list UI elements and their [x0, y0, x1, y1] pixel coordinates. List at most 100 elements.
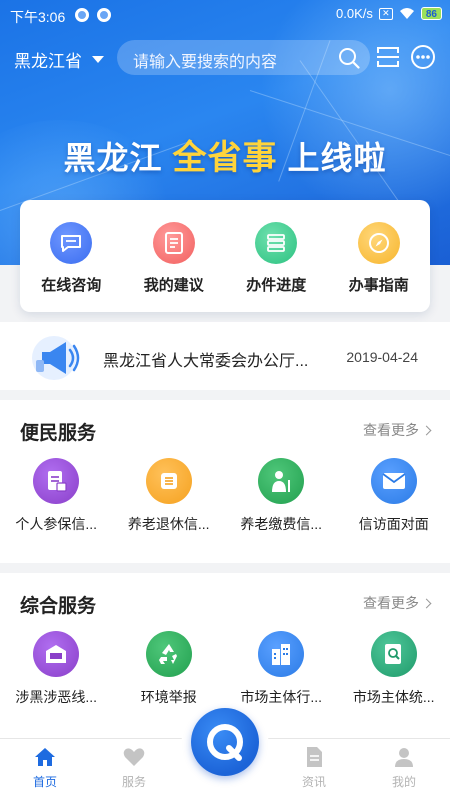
document-icon — [164, 232, 183, 254]
service-label: 信访面对面 — [358, 516, 429, 532]
quick-action-guide[interactable]: 办事指南 — [328, 200, 431, 312]
view-more-label: 查看更多 — [363, 595, 419, 611]
nav-label: 服务 — [121, 775, 146, 789]
notice-date: 2019-04-24 — [346, 349, 418, 365]
service-label: 涉黑涉恶线... — [15, 689, 98, 705]
section-title: 综合服务 — [20, 596, 97, 617]
service-icon-bg — [145, 631, 192, 677]
banner-glow — [260, 0, 450, 220]
network-speed: 0.0K/s — [336, 6, 373, 21]
search-placeholder: 请输入要搜索的内容 — [133, 54, 278, 71]
service-icon-bg — [258, 631, 305, 677]
section-title: 便民服务 — [20, 423, 97, 444]
heart-icon — [123, 748, 145, 766]
service-icon-bg — [258, 458, 305, 504]
banner-title: 黑龙江 全省事 上线啦 — [0, 130, 450, 179]
person-icon — [395, 748, 413, 767]
banner-title-part1: 黑龙江 — [63, 140, 163, 176]
quick-action-progress[interactable]: 办件进度 — [225, 200, 328, 312]
search-icon[interactable] — [338, 47, 360, 69]
home-icon — [35, 748, 55, 766]
service-item-market-entity-admin[interactable]: 市场主体行... — [225, 631, 338, 707]
service-item-pension-payment[interactable]: 养老缴费信... — [225, 458, 338, 534]
service-grid: 涉黑涉恶线... 环境举报 市场主体行... 市场主体统... — [0, 631, 450, 707]
service-icon-bg — [370, 458, 417, 504]
chat-icon — [61, 235, 82, 252]
center-action-button[interactable] — [191, 708, 259, 776]
notification-dot-icon — [97, 8, 111, 22]
quick-action-icon-bg — [152, 222, 195, 264]
service-item-environment-report[interactable]: 环境举报 — [113, 631, 226, 707]
megaphone-icon — [32, 336, 80, 380]
service-grid: 个人参保信... 养老退休信... 养老缴费信... 信访面对面 — [0, 458, 450, 534]
service-item-anti-crime-report[interactable]: 涉黑涉恶线... — [0, 631, 113, 707]
quick-action-label: 在线咨询 — [41, 277, 102, 294]
battery-icon: 86 — [420, 7, 442, 20]
view-more-label: 查看更多 — [363, 422, 419, 438]
view-more-link[interactable]: 查看更多 — [363, 420, 432, 440]
quick-action-my-suggestion[interactable]: 我的建议 — [123, 200, 226, 312]
notice-text: 黑龙江省人大常委会办公厅... — [103, 353, 309, 370]
nav-label: 首页 — [32, 775, 57, 789]
status-time: 下午3:06 — [10, 9, 66, 25]
service-item-market-entity-stats[interactable]: 市场主体统... — [338, 631, 450, 707]
quick-action-label: 办件进度 — [246, 277, 307, 294]
caret-down-icon — [92, 56, 104, 63]
quick-action-icon-bg — [357, 222, 400, 264]
quick-action-icon-bg — [50, 222, 93, 264]
quick-action-label: 我的建议 — [143, 277, 204, 294]
top-bar: 黑龙江省 请输入要搜索的内容 — [0, 38, 450, 78]
service-label: 养老缴费信... — [240, 516, 323, 532]
convenience-services-section: 便民服务 查看更多 个人参保信... 养老退休信... 养老缴费信... 信访面… — [0, 400, 450, 563]
service-label: 个人参保信... — [15, 516, 98, 532]
service-icon-bg — [145, 458, 192, 504]
recycle-icon — [158, 644, 177, 664]
nav-home[interactable]: 首页 — [15, 745, 75, 790]
service-label: 市场主体行... — [240, 689, 323, 705]
insurance-doc-icon — [48, 471, 67, 492]
envelope-icon — [382, 473, 406, 489]
app-logo-icon — [207, 724, 243, 761]
service-icon-bg — [370, 631, 417, 677]
nav-label: 我的 — [391, 775, 416, 789]
no-sim-icon: ✕ — [378, 7, 393, 20]
more-options-icon[interactable] — [410, 44, 436, 70]
service-icon-bg — [33, 631, 80, 677]
nav-label: 资讯 — [301, 775, 326, 789]
service-item-petition[interactable]: 信访面对面 — [338, 458, 450, 534]
notification-dot-icon — [75, 8, 89, 22]
nav-mine[interactable]: 我的 — [374, 745, 434, 790]
search-input[interactable]: 请输入要搜索的内容 — [117, 40, 370, 75]
compass-icon — [368, 233, 389, 253]
chevron-right-icon — [421, 598, 432, 608]
building-icon — [272, 644, 291, 665]
region-label: 黑龙江省 — [14, 52, 82, 71]
wifi-icon — [399, 8, 414, 19]
notice-bar[interactable]: 黑龙江省人大常委会办公厅... 2019-04-24 — [0, 322, 450, 390]
quick-action-online-consult[interactable]: 在线咨询 — [20, 200, 123, 312]
service-label: 养老退休信... — [127, 516, 210, 532]
service-item-pension-retirement[interactable]: 养老退休信... — [113, 458, 226, 534]
region-selector[interactable]: 黑龙江省 — [14, 47, 104, 72]
search-doc-icon — [384, 644, 401, 664]
scan-icon[interactable] — [376, 45, 400, 69]
nav-service[interactable]: 服务 — [104, 745, 164, 790]
service-item-personal-insurance[interactable]: 个人参保信... — [0, 458, 113, 534]
status-bar: 下午3:06 0.0K/s ✕ 86 — [0, 0, 450, 30]
quick-actions-card: 在线咨询 我的建议 办件进度 办事指南 — [20, 200, 430, 312]
progress-list-icon — [267, 234, 286, 252]
news-icon — [307, 747, 322, 767]
banner-title-highlight: 全省事 — [172, 139, 278, 177]
service-label: 市场主体统... — [352, 689, 435, 705]
list-doc-icon — [160, 473, 177, 489]
elderly-person-icon — [272, 471, 291, 492]
quick-action-label: 办事指南 — [348, 277, 409, 294]
banner-title-part2: 上线啦 — [287, 140, 387, 176]
report-box-icon — [46, 645, 67, 663]
service-icon-bg — [33, 458, 80, 504]
nav-news[interactable]: 资讯 — [284, 745, 344, 790]
quick-action-icon-bg — [255, 222, 298, 264]
view-more-link[interactable]: 查看更多 — [363, 593, 432, 613]
chevron-right-icon — [421, 425, 432, 435]
service-label: 环境举报 — [140, 689, 197, 705]
